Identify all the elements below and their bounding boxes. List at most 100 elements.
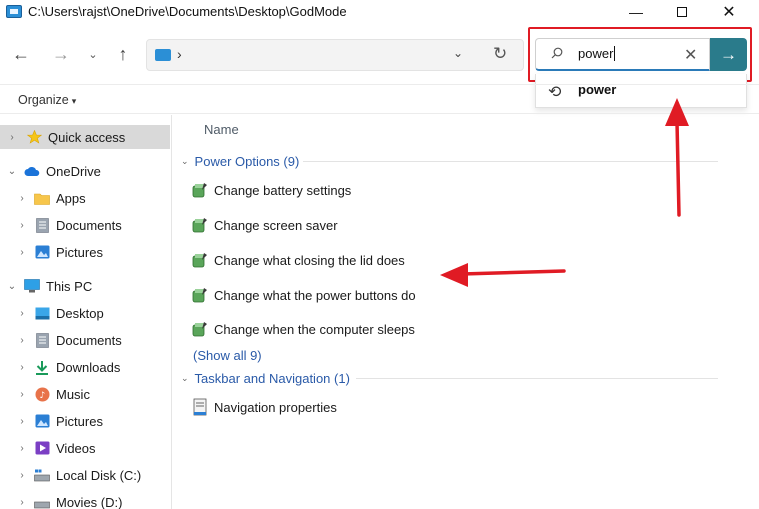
list-item[interactable]: Change what closing the lid does (191, 249, 405, 271)
sidebar-item-quick-access[interactable]: › Quick access (0, 125, 170, 149)
sidebar-item-label: OneDrive (46, 163, 101, 179)
group-divider (356, 378, 718, 379)
organize-label: Organize (18, 93, 69, 107)
sidebar-item-desktop[interactable]: › Desktop (0, 301, 170, 325)
chevron-right-icon[interactable]: › (6, 132, 18, 143)
list-item[interactable]: Change when the computer sleeps (191, 318, 415, 340)
chevron-right-icon[interactable]: › (16, 443, 28, 454)
sidebar-item-apps[interactable]: › Apps (0, 186, 170, 210)
back-button[interactable]: ← (10, 42, 32, 66)
forward-button[interactable]: → (50, 42, 72, 66)
chevron-right-icon[interactable]: › (16, 308, 28, 319)
maximize-icon (677, 7, 687, 17)
group-header-power-options[interactable]: ⌄ Power Options (9) (181, 152, 741, 170)
item-label: Change battery settings (214, 182, 352, 198)
chevron-right-icon[interactable]: › (16, 193, 28, 204)
svg-text:♪: ♪ (39, 391, 45, 401)
folder-icon (34, 191, 50, 205)
chevron-right-icon[interactable]: › (16, 416, 28, 427)
sidebar-item-label: Pictures (56, 244, 103, 260)
sidebar-item-label: Pictures (56, 413, 103, 429)
sidebar-item-this-pc[interactable]: ⌄ This PC (0, 274, 170, 298)
chevron-right-icon[interactable]: › (16, 389, 28, 400)
drive-icon (34, 495, 50, 509)
sidebar-item-label: Quick access (48, 129, 126, 145)
organize-button[interactable]: Organize ▾ (18, 93, 76, 107)
recent-locations-button[interactable]: ⌄ (86, 42, 100, 66)
close-button[interactable]: ✕ (706, 0, 752, 24)
list-item[interactable]: Navigation properties (191, 396, 337, 418)
group-title: Taskbar and Navigation (1) (194, 370, 350, 386)
list-item[interactable]: Change what the power buttons do (191, 284, 416, 306)
breadcrumb-chevron-icon[interactable]: › (177, 46, 182, 62)
sidebar-item-onedrive[interactable]: ⌄ OneDrive (0, 159, 170, 183)
arrow-left-icon: ← (12, 43, 30, 64)
documents-icon (34, 332, 50, 348)
sidebar-item-movies-d[interactable]: › Movies (D:) (0, 490, 170, 509)
sidebar-item-label: Documents (56, 217, 122, 233)
chevron-down-icon[interactable]: ⌄ (181, 156, 189, 167)
chevron-down-icon[interactable]: ⌄ (181, 373, 189, 384)
computer-icon (24, 279, 40, 293)
navigation-pane: › Quick access ⌄ OneDrive › Apps › Docum… (0, 115, 172, 509)
music-icon: ♪ (34, 387, 50, 401)
item-label: Change what the power buttons do (214, 287, 416, 303)
sidebar-item-label: Documents (56, 332, 122, 348)
up-button[interactable]: ↑ (112, 42, 134, 66)
sidebar-item-label: Apps (56, 190, 86, 206)
power-options-icon (191, 320, 209, 338)
minimize-button[interactable]: — (613, 0, 659, 24)
drive-icon (34, 468, 50, 482)
chevron-right-icon[interactable]: › (16, 247, 28, 258)
sidebar-item-music[interactable]: › ♪ Music (0, 382, 170, 406)
chevron-right-icon[interactable]: › (16, 497, 28, 508)
star-icon (26, 130, 42, 144)
pictures-icon (34, 414, 50, 428)
sidebar-item-videos[interactable]: › Videos (0, 436, 170, 460)
item-label: Change when the computer sleeps (214, 321, 415, 337)
sidebar-item-documents-pc[interactable]: › Documents (0, 328, 170, 352)
list-item[interactable]: Change battery settings (191, 179, 351, 201)
arrow-up-icon: ↑ (118, 43, 128, 64)
sidebar-item-documents[interactable]: › Documents (0, 213, 170, 237)
sidebar-item-downloads[interactable]: › Downloads (0, 355, 170, 379)
chevron-right-icon[interactable]: › (16, 335, 28, 346)
list-item[interactable]: Change screen saver (191, 214, 338, 236)
taskbar-properties-icon (191, 398, 209, 416)
videos-icon (34, 441, 50, 455)
column-header-name[interactable]: Name (204, 122, 239, 137)
desktop-icon (34, 306, 50, 320)
file-list: Name ⌄ Power Options (9) Change battery … (173, 115, 759, 509)
address-dropdown-button[interactable]: ⌄ (453, 46, 463, 60)
chevron-down-icon[interactable]: ⌄ (6, 281, 18, 292)
group-header-taskbar-navigation[interactable]: ⌄ Taskbar and Navigation (1) (181, 369, 741, 387)
sidebar-item-local-disk-c[interactable]: › Local Disk (C:) (0, 463, 170, 487)
close-icon: ✕ (722, 4, 736, 21)
sidebar-item-pictures[interactable]: › Pictures (0, 240, 170, 264)
sidebar-item-label: Movies (D:) (56, 494, 123, 509)
cloud-icon (24, 164, 40, 178)
refresh-button[interactable]: ↻ (493, 44, 507, 64)
sidebar-item-label: Videos (56, 440, 96, 456)
item-label: Change screen saver (214, 217, 338, 233)
caret-down-icon: ▾ (71, 96, 77, 106)
command-bar: Organize ▾ (0, 84, 759, 114)
maximize-button[interactable] (659, 0, 705, 24)
item-label: Navigation properties (214, 399, 337, 415)
power-options-icon (191, 251, 209, 269)
show-all-link[interactable]: (Show all 9) (193, 348, 262, 363)
chevron-right-icon[interactable]: › (16, 220, 28, 231)
control-panel-icon (6, 5, 22, 18)
sidebar-item-label: This PC (46, 278, 93, 294)
chevron-down-icon: ⌄ (88, 48, 98, 61)
pictures-icon (34, 245, 50, 259)
chevron-down-icon[interactable]: ⌄ (6, 166, 18, 177)
chevron-right-icon[interactable]: › (16, 470, 28, 481)
control-panel-icon (155, 49, 171, 61)
chevron-right-icon[interactable]: › (16, 362, 28, 373)
address-bar[interactable]: › ⌄ ↻ (146, 39, 524, 71)
download-icon (34, 360, 50, 375)
sidebar-item-pictures-pc[interactable]: › Pictures (0, 409, 170, 433)
power-options-icon (191, 216, 209, 234)
minimize-icon: — (629, 4, 643, 20)
